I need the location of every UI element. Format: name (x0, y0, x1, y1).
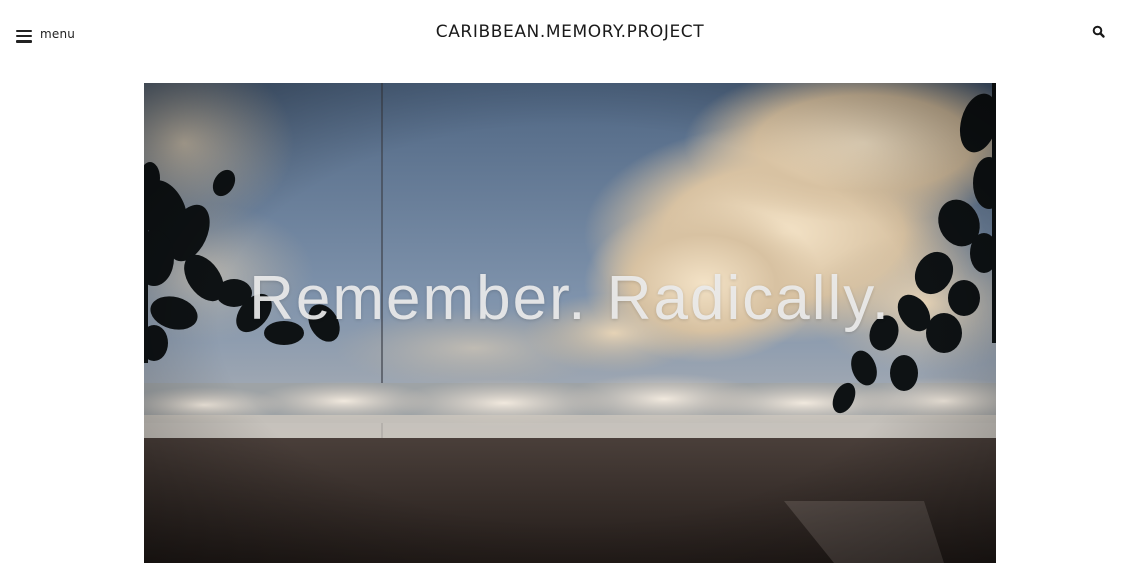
site-header: menu CARIBBEAN.MEMORY.PROJECT (0, 0, 1140, 70)
site-title[interactable]: CARIBBEAN.MEMORY.PROJECT (0, 22, 1140, 42)
hero-headline: Remember. Radically. (249, 264, 891, 333)
page: menu CARIBBEAN.MEMORY.PROJECT Remember. … (0, 0, 1140, 570)
search-icon (1092, 25, 1105, 38)
hero-video[interactable]: Remember. Radically. (144, 83, 996, 563)
search-button[interactable] (1092, 25, 1106, 39)
